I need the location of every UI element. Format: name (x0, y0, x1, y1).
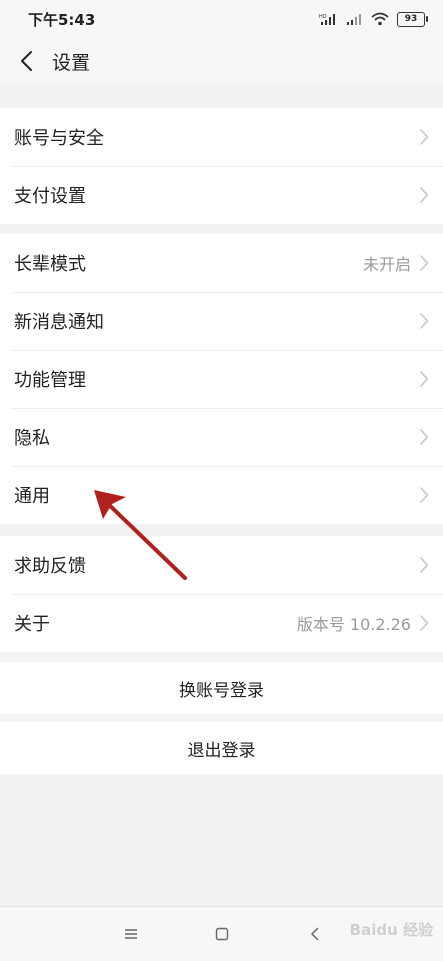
settings-item-about[interactable]: 关于 版本号 10.2.26 (0, 594, 443, 652)
page-title: 设置 (52, 51, 91, 74)
item-label: 新消息通知 (14, 312, 104, 333)
logout-button[interactable]: 退出登录 (0, 722, 443, 774)
signal-hd-icon: HD (319, 13, 335, 25)
system-nav-bar: Baidu 经验 (0, 906, 443, 961)
status-bar: 下午5:43 HD 93 (0, 0, 443, 38)
settings-item-account-security[interactable]: 账号与安全 (0, 108, 443, 166)
signal-icon (347, 13, 361, 25)
battery-level: 93 (404, 14, 418, 24)
settings-item-features[interactable]: 功能管理 (0, 350, 443, 408)
header: 设置 (0, 38, 443, 84)
item-label: 功能管理 (14, 370, 86, 391)
chevron-right-icon (419, 428, 429, 446)
settings-item-general[interactable]: 通用 (0, 466, 443, 524)
chevron-right-icon (419, 128, 429, 146)
back-button[interactable] (2, 38, 50, 84)
switch-account-button[interactable]: 换账号登录 (0, 662, 443, 714)
settings-group-general: 长辈模式 未开启 新消息通知 功能管理 隐私 通用 (0, 234, 443, 524)
back-nav-icon (310, 927, 319, 941)
home-button[interactable] (207, 921, 237, 947)
item-label: 长辈模式 (14, 254, 86, 275)
item-label: 支付设置 (14, 186, 86, 207)
back-nav-button[interactable] (300, 921, 330, 947)
settings-item-payment[interactable]: 支付设置 (0, 166, 443, 224)
svg-text:HD: HD (319, 14, 327, 20)
status-icons: HD 93 (319, 11, 428, 27)
settings-group-help: 求助反馈 关于 版本号 10.2.26 (0, 536, 443, 652)
chevron-right-icon (419, 556, 429, 574)
menu-icon (125, 929, 137, 939)
chevron-right-icon (419, 370, 429, 388)
item-label: 隐私 (14, 428, 50, 449)
chevron-right-icon (419, 486, 429, 504)
battery-icon: 93 (397, 11, 428, 27)
item-label: 求助反馈 (14, 556, 86, 577)
status-time: 下午5:43 (28, 10, 96, 29)
switch-account-label: 换账号登录 (179, 680, 264, 701)
item-label: 账号与安全 (14, 128, 104, 149)
item-label: 关于 (14, 614, 50, 635)
version-value: 版本号 10.2.26 (296, 615, 411, 634)
settings-item-privacy[interactable]: 隐私 (0, 408, 443, 466)
item-label: 通用 (14, 486, 50, 507)
logout-label: 退出登录 (187, 740, 256, 761)
wifi-icon (371, 12, 389, 26)
menu-button[interactable] (116, 921, 146, 947)
home-icon (215, 927, 229, 941)
back-icon (21, 51, 32, 71)
item-value: 未开启 (362, 255, 411, 274)
settings-item-elder-mode[interactable]: 长辈模式 未开启 (0, 234, 443, 292)
chevron-right-icon (419, 614, 429, 632)
chevron-right-icon (419, 254, 429, 272)
chevron-right-icon (419, 186, 429, 204)
settings-item-feedback[interactable]: 求助反馈 (0, 536, 443, 594)
watermark: Baidu 经验 (349, 921, 433, 939)
settings-item-notifications[interactable]: 新消息通知 (0, 292, 443, 350)
settings-group-account: 账号与安全 支付设置 (0, 108, 443, 224)
chevron-right-icon (419, 312, 429, 330)
